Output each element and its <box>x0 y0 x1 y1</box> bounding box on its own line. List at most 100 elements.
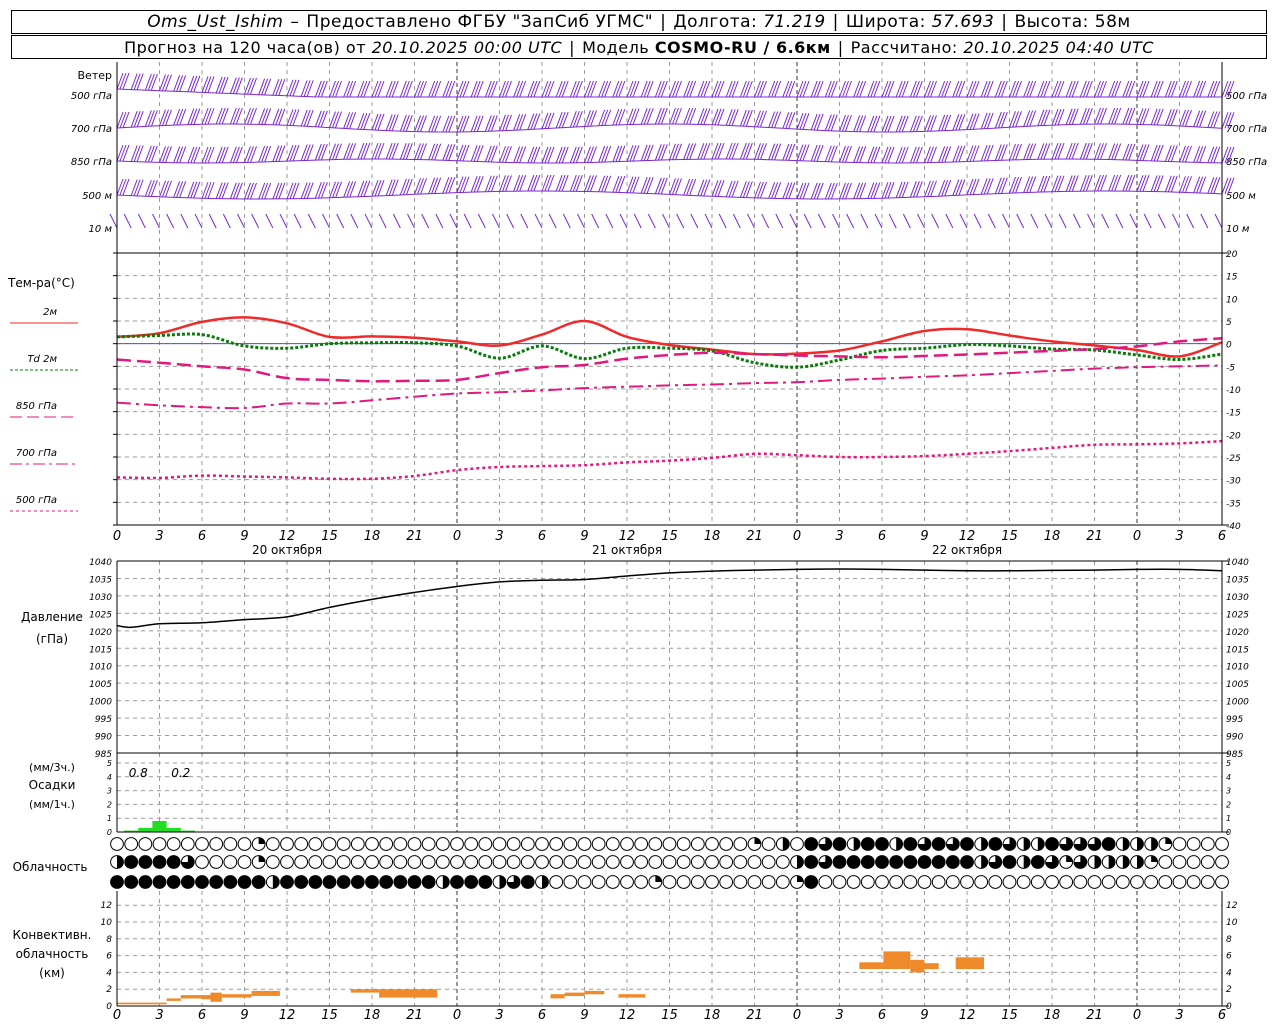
wind-barb <box>484 145 492 162</box>
x-tick-label: 6 <box>538 529 546 544</box>
temp-legend-label: Td 2м <box>27 354 57 365</box>
cloud-circle <box>676 855 691 869</box>
wind-barb <box>697 179 705 196</box>
temp-y-tick: -35 <box>1226 499 1241 509</box>
wind-barb <box>731 142 739 160</box>
wind-barb <box>221 182 229 199</box>
wind-barb <box>1026 176 1034 193</box>
wind-barb <box>745 181 753 198</box>
wind-barb <box>1111 174 1119 192</box>
wind-barb <box>176 108 184 126</box>
wind-barb <box>1125 107 1133 125</box>
wind-barb <box>487 175 495 192</box>
wind-barb <box>859 146 867 163</box>
x-tick-label-bottom: 0 <box>793 1008 801 1023</box>
cloud-circle <box>705 875 719 889</box>
cloud-circle <box>690 837 705 851</box>
x-tick-label-bottom: 18 <box>704 1008 721 1023</box>
day-label: 21 октября <box>592 543 662 557</box>
wind-barb <box>1043 143 1051 160</box>
wind-barb <box>774 182 782 199</box>
cloud-circle <box>860 875 875 889</box>
wind-barb <box>643 108 651 125</box>
wind-barb <box>130 111 138 128</box>
wind-barb <box>1051 142 1059 160</box>
wind-barb <box>204 108 212 125</box>
temp-y-tick: -40 <box>1226 522 1241 532</box>
wind-barb <box>1156 144 1164 162</box>
wind-barb <box>1057 80 1065 98</box>
wind-barb <box>887 146 895 164</box>
cloud-fill-full <box>323 875 336 889</box>
x-tick-label: 3 <box>835 529 843 544</box>
wind-barb <box>215 76 223 94</box>
cloud-circle <box>365 837 379 851</box>
cloud-fill-sector <box>542 875 549 889</box>
cloud-circle <box>761 875 776 889</box>
wind-barb <box>590 175 597 192</box>
wind-barb <box>816 80 824 98</box>
x-tick-label: 6 <box>1218 529 1226 544</box>
wind-barb <box>731 80 739 98</box>
wind-barb <box>846 213 855 229</box>
cloud-circle <box>931 875 946 889</box>
wind-barb <box>278 182 286 200</box>
wind-barb <box>1114 143 1122 160</box>
wind-barb <box>374 113 382 131</box>
wind-barb <box>590 146 597 163</box>
wind-barb <box>1128 107 1136 125</box>
wind-barb <box>385 142 393 160</box>
wind-barb <box>306 80 314 97</box>
wind-barb <box>788 80 796 98</box>
wind-barb <box>434 115 442 133</box>
wind-barb <box>130 179 138 196</box>
cloud-fill-full <box>804 855 818 869</box>
cloud-fill-full <box>294 875 308 889</box>
wind-barb <box>1199 110 1207 127</box>
x-tick-label: 3 <box>155 529 163 544</box>
wind-barb <box>462 144 470 161</box>
temp-legend-label: 850 гПа <box>16 401 57 412</box>
wind-barb <box>604 146 612 163</box>
precip-unit-3h: (мм/3ч.) <box>29 761 75 774</box>
wind-barb <box>1094 174 1101 192</box>
wind-barb <box>895 80 903 98</box>
wind-barb <box>618 145 626 162</box>
wind-barb <box>717 108 725 125</box>
wind-barb <box>1009 176 1016 194</box>
wind-barb <box>1023 143 1031 160</box>
convective-bar <box>584 990 605 995</box>
wind-barb <box>1185 176 1192 193</box>
wind-barb <box>435 213 444 229</box>
cloud-circle <box>1200 875 1215 889</box>
wind-barb <box>244 182 251 200</box>
wind-barb <box>201 76 209 93</box>
wind-barb <box>357 180 365 197</box>
cloud-fill-full <box>167 855 181 869</box>
wind-barb <box>796 112 804 130</box>
wind-barb <box>924 180 931 197</box>
x-tick-label-bottom: 21 <box>406 1008 423 1023</box>
x-tick-label-bottom: 12 <box>959 1008 976 1023</box>
convective-bar <box>550 994 565 999</box>
wind-barb <box>502 80 509 98</box>
wind-barb <box>757 143 764 160</box>
wind-barb <box>502 146 509 163</box>
wind-barb <box>1156 175 1164 192</box>
wind-barb <box>470 80 478 98</box>
wind-barb <box>1139 175 1147 192</box>
wind-barb <box>190 75 198 93</box>
wind-barb <box>888 213 897 229</box>
wind-barb <box>615 80 623 98</box>
wind-barb <box>987 213 996 229</box>
wind-barb <box>335 111 342 128</box>
wind-barb <box>527 174 535 192</box>
wind-barb <box>683 143 691 160</box>
wind-barb <box>122 72 130 90</box>
wind-barb <box>601 109 609 126</box>
wind-barb <box>1082 142 1090 160</box>
wind-barb <box>235 77 243 94</box>
wind-barb <box>997 144 1005 161</box>
cloud-fill-sector <box>1137 837 1144 851</box>
cloud-circle <box>1172 837 1187 851</box>
